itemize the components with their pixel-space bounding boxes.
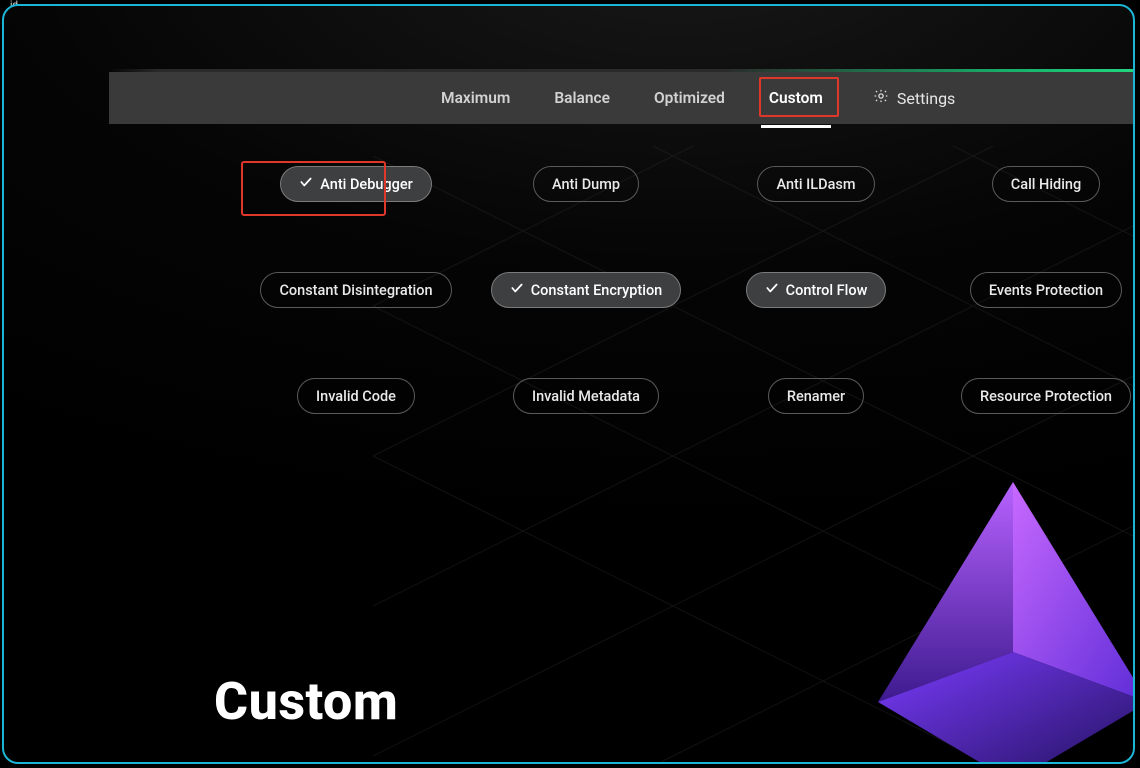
tab-balance[interactable]: Balance xyxy=(552,85,612,111)
tab-custom[interactable]: Custom xyxy=(767,85,825,111)
prism-decoration xyxy=(863,452,1135,764)
option-label: Renamer xyxy=(787,388,845,405)
settings-label: Settings xyxy=(897,89,955,108)
option-label: Anti ILDasm xyxy=(776,176,855,193)
tab-optimized[interactable]: Optimized xyxy=(652,85,727,111)
option-constant-encryption[interactable]: Constant Encryption xyxy=(491,272,682,308)
option-renamer[interactable]: Renamer xyxy=(768,378,864,414)
option-invalid-metadata[interactable]: Invalid Metadata xyxy=(513,378,659,414)
option-label: Events Protection xyxy=(989,282,1103,299)
option-resource-protection[interactable]: Resource Protection xyxy=(961,378,1131,414)
option-constant-disintegration[interactable]: Constant Disintegration xyxy=(260,272,451,308)
check-icon xyxy=(299,175,313,193)
option-label: Resource Protection xyxy=(980,388,1112,405)
option-events-protection[interactable]: Events Protection xyxy=(970,272,1122,308)
option-label: Constant Encryption xyxy=(531,282,663,299)
option-label: Invalid Metadata xyxy=(532,388,640,405)
gear-icon xyxy=(873,88,889,108)
option-label: Anti Debugger xyxy=(320,176,412,193)
check-icon xyxy=(765,281,779,299)
option-anti-debugger[interactable]: Anti Debugger xyxy=(280,166,431,202)
option-anti-dump[interactable]: Anti Dump xyxy=(533,166,639,202)
option-label: Constant Disintegration xyxy=(279,282,432,299)
option-label: Call Hiding xyxy=(1011,176,1081,193)
option-anti-ildasm[interactable]: Anti ILDasm xyxy=(757,166,874,202)
check-icon xyxy=(510,281,524,299)
app-frame: Maximum Balance Optimized Custom Setting… xyxy=(2,4,1135,764)
option-label: Anti Dump xyxy=(552,176,620,193)
option-call-hiding[interactable]: Call Hiding xyxy=(992,166,1100,202)
page-title: Custom xyxy=(214,671,398,732)
tabbar: Maximum Balance Optimized Custom Setting… xyxy=(109,72,1133,124)
option-label: Invalid Code xyxy=(316,388,396,405)
option-control-flow[interactable]: Control Flow xyxy=(746,272,887,308)
settings-button[interactable]: Settings xyxy=(873,88,955,108)
tab-maximum[interactable]: Maximum xyxy=(439,85,512,111)
option-label: Control Flow xyxy=(786,282,868,299)
option-invalid-code[interactable]: Invalid Code xyxy=(297,378,415,414)
options-grid: Anti Debugger Anti Dump Anti ILDasm Call Hi… xyxy=(109,136,1133,414)
